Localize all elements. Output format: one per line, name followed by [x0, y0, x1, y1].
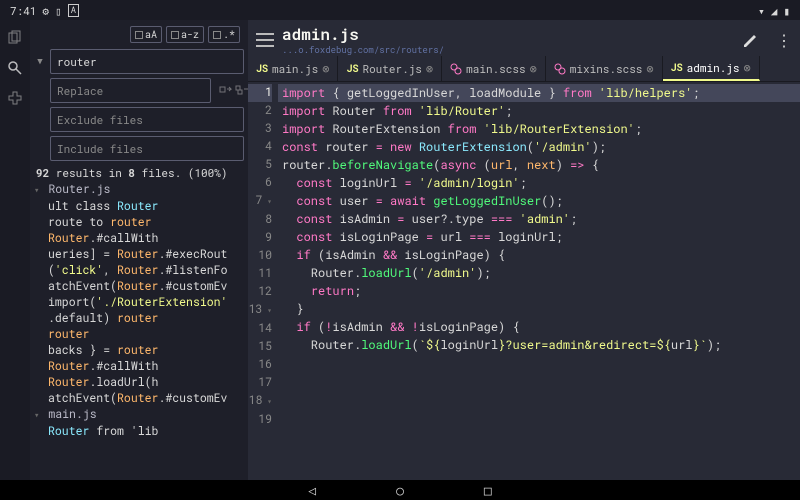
editor-tabs: JSmain.js⊗JSRouter.js⊗main.scss⊗mixins.s… — [248, 56, 800, 82]
close-icon[interactable]: ⊗ — [530, 61, 537, 77]
close-icon[interactable]: ⊗ — [322, 61, 329, 77]
edit-icon[interactable] — [742, 31, 760, 49]
replace-all-icon[interactable] — [235, 84, 249, 98]
close-icon[interactable]: ⊗ — [426, 61, 433, 77]
tab-admin-js[interactable]: JSadmin.js⊗ — [663, 56, 760, 81]
exclude-files-input[interactable] — [50, 107, 244, 132]
extensions-icon[interactable] — [7, 90, 23, 106]
replace-input[interactable] — [50, 78, 211, 103]
menu-icon[interactable] — [256, 33, 274, 47]
signal-icon: ◢ — [771, 3, 778, 18]
result-match[interactable]: Router from 'lib — [34, 424, 244, 440]
result-match[interactable]: ('click', Router.#listenFo — [34, 263, 244, 279]
tab-mixins-scss[interactable]: mixins.scss⊗ — [546, 56, 663, 81]
result-match[interactable]: import('./RouterExtension' — [34, 295, 244, 311]
more-icon[interactable]: ⋮ — [776, 30, 792, 51]
scss-icon — [450, 63, 462, 75]
activity-bar — [0, 20, 30, 480]
files-icon[interactable] — [7, 30, 23, 46]
scss-icon — [554, 63, 566, 75]
results-summary: 92 results in 8 files. (100%) — [36, 165, 244, 180]
result-match[interactable]: .default) router — [34, 311, 244, 327]
battery-icon: ▮ — [783, 3, 790, 18]
regex-toggle[interactable]: .* — [208, 26, 240, 43]
result-match[interactable]: router — [34, 327, 244, 343]
result-match[interactable]: Router.#callWith — [34, 359, 244, 375]
search-results-tree: ▾ Router.jsult class Routerroute to rout… — [34, 182, 244, 440]
nav-home-icon[interactable]: ○ — [396, 481, 404, 499]
close-icon[interactable]: ⊗ — [646, 61, 653, 77]
search-icon[interactable] — [7, 60, 23, 76]
tab-icon: ▯ — [55, 3, 62, 18]
file-path: ...o.foxdebug.com/src/routers/ — [282, 45, 734, 56]
tab-main-scss[interactable]: main.scss⊗ — [442, 56, 546, 81]
match-case-toggle[interactable]: aA — [130, 26, 162, 43]
file-title: admin.js — [282, 24, 734, 45]
result-match[interactable]: atchEvent(Router.#customEv — [34, 391, 244, 407]
tab-main-js[interactable]: JSmain.js⊗ — [248, 56, 338, 81]
android-navbar: ◁ ○ □ — [0, 480, 800, 500]
whole-word-toggle[interactable]: a-z — [166, 26, 204, 43]
android-statusbar: 7:41 ⚙ ▯ A ▾ ◢ ▮ — [0, 0, 800, 20]
js-icon: JS — [256, 62, 268, 75]
result-match[interactable]: backs } = router — [34, 343, 244, 359]
a-icon: A — [68, 4, 79, 17]
nav-recent-icon[interactable]: □ — [484, 481, 492, 499]
result-match[interactable]: Router.#callWith — [34, 231, 244, 247]
js-icon: JS — [346, 62, 358, 75]
code-body[interactable]: import { getLoggedInUser, loadModule } f… — [278, 82, 800, 480]
result-match[interactable]: ueries] = Router.#execRout — [34, 247, 244, 263]
nav-back-icon[interactable]: ◁ — [308, 481, 316, 499]
js-icon: JS — [671, 61, 683, 74]
result-file-header[interactable]: ▾ Router.js — [34, 182, 244, 199]
search-panel: aA a-z .* ▼ 92 results in 8 files. (100%… — [30, 20, 248, 480]
gear-icon: ⚙ — [42, 3, 49, 18]
replace-one-icon[interactable] — [219, 84, 233, 98]
clock: 7:41 — [10, 3, 36, 18]
result-match[interactable]: route to router — [34, 215, 244, 231]
editor-area: admin.js ...o.foxdebug.com/src/routers/ … — [248, 20, 800, 480]
result-file-header[interactable]: ▾ main.js — [34, 407, 244, 424]
result-match[interactable]: atchEvent(Router.#customEv — [34, 279, 244, 295]
tab-Router-js[interactable]: JSRouter.js⊗ — [338, 56, 442, 81]
include-files-input[interactable] — [50, 136, 244, 161]
wifi-icon: ▾ — [758, 3, 765, 18]
line-gutter: 1234567 ▾8910111213 ▾1415161718 ▾19 — [248, 82, 278, 480]
close-icon[interactable]: ⊗ — [743, 60, 750, 76]
search-input[interactable] — [50, 49, 244, 74]
result-match[interactable]: ult class Router — [34, 199, 244, 215]
result-match[interactable]: Router.loadUrl(h — [34, 375, 244, 391]
search-expand-toggle[interactable]: ▼ — [34, 56, 46, 67]
